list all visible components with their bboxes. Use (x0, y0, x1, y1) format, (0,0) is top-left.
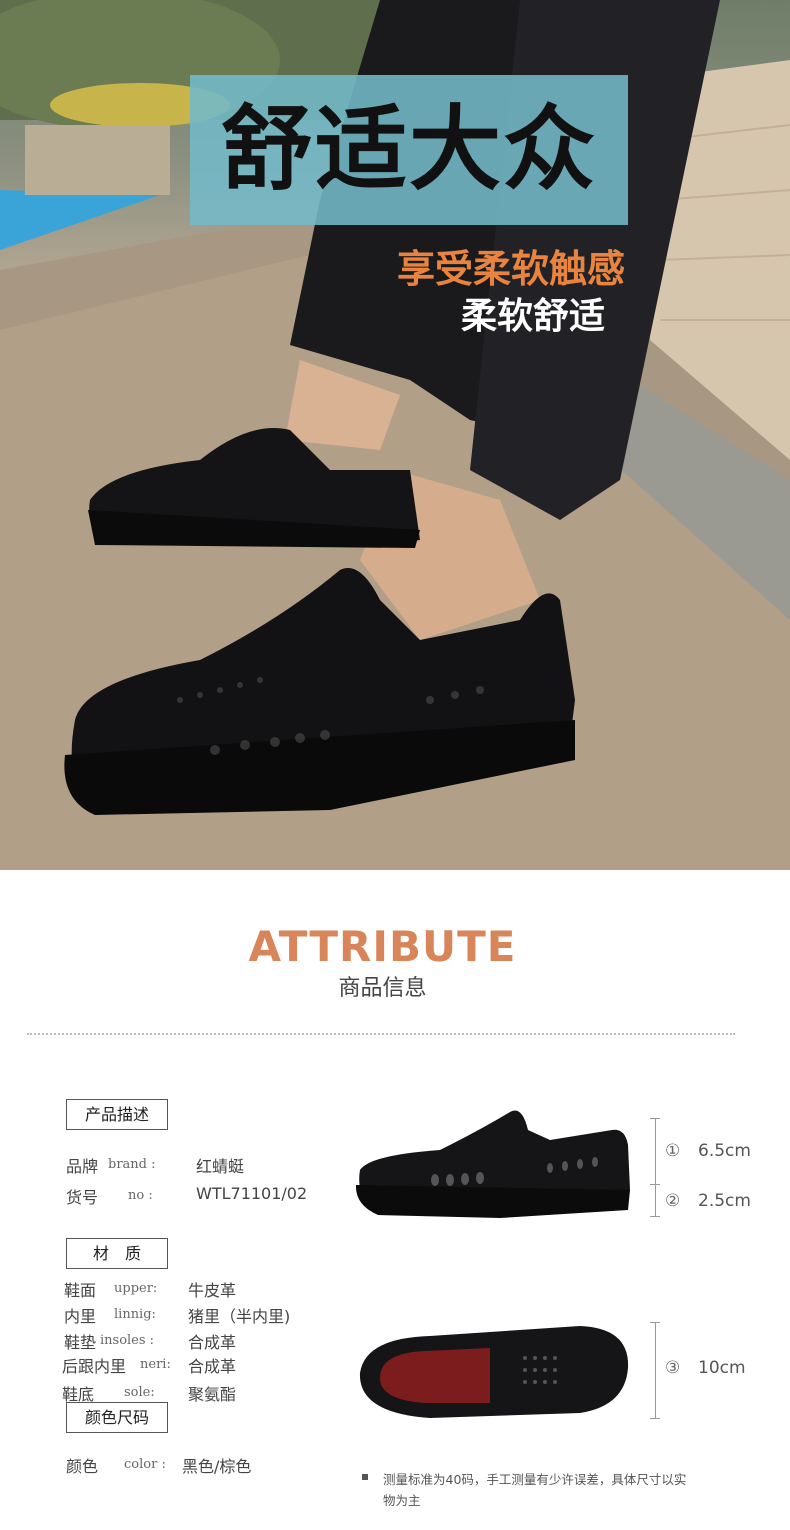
measure-tick-top-2 (650, 1322, 660, 1323)
heel-lining-label-en: neri: (140, 1357, 171, 1372)
attribute-title: ATTRIBUTE (248, 922, 517, 971)
lining-label-cn: 内里 (64, 1307, 97, 1326)
measure-num-1: ① (665, 1141, 681, 1161)
measure-tick-bottom (650, 1216, 660, 1217)
measure-num-3: ③ (665, 1358, 681, 1378)
shoe-side-image (355, 1110, 630, 1218)
measure-tick-mid (650, 1184, 660, 1185)
insole-label-en: insoles : (100, 1333, 155, 1348)
upper-label-cn: 鞋面 (64, 1281, 97, 1300)
hero-banner: 舒适大众 享受柔软触感 柔软舒适 (0, 0, 790, 870)
hero-title: 舒适大众 (220, 96, 597, 203)
note-bullet-icon (362, 1474, 368, 1480)
heel-lining-label-cn: 后跟内里 (62, 1357, 127, 1376)
color-label-en: color : (124, 1457, 166, 1472)
color-value: 黑色/棕色 (182, 1457, 252, 1476)
measure-line-1 (655, 1118, 656, 1216)
material-heading: 材 质 (66, 1238, 168, 1269)
brand-label-en: brand : (108, 1157, 156, 1172)
measure-num-2: ② (665, 1191, 681, 1211)
upper-label-en: upper: (114, 1281, 158, 1296)
desc-heading: 产品描述 (66, 1099, 168, 1130)
hero-title-box: 舒适大众 (190, 75, 628, 225)
heel-lining-value: 合成革 (188, 1357, 237, 1376)
lining-label-en: linnig: (114, 1307, 156, 1322)
brand-label-cn: 品牌 (66, 1157, 99, 1176)
shoe-top-image (359, 1326, 629, 1418)
item-no-label-cn: 货号 (66, 1188, 99, 1207)
sole-value: 聚氨酯 (188, 1385, 237, 1404)
hero-subtitle-2: 柔软舒适 (460, 296, 605, 337)
insole-label-cn: 鞋垫 (64, 1333, 97, 1352)
measure-tick-top (650, 1118, 660, 1119)
measure-value-2: 2.5cm (698, 1191, 751, 1211)
hero-subtitle-1: 享受柔软触感 (396, 247, 625, 291)
sole-label-en: sole: (124, 1385, 155, 1400)
upper-value: 牛皮革 (188, 1281, 237, 1300)
lining-value: 猪里（半内里) (188, 1307, 291, 1326)
color-size-heading: 颜色尺码 (66, 1402, 168, 1433)
measurement-note: 测量标准为40码，手工测量有少许误差，具体尺寸以实物为主 (383, 1472, 687, 1508)
measure-line-2 (655, 1322, 656, 1418)
color-label-cn: 颜色 (66, 1457, 99, 1476)
item-no-label-en: no : (128, 1188, 153, 1203)
attribute-subtitle: 商品信息 (338, 976, 427, 1001)
product-detail-page: 舒适大众 享受柔软触感 柔软舒适 ATTRIBUTE 商品信息 产品描述 品牌 … (0, 0, 790, 1530)
measure-tick-bottom-2 (650, 1418, 660, 1419)
insole-value: 合成革 (188, 1333, 237, 1352)
measure-value-3: 10cm (698, 1358, 746, 1378)
item-no-value: WTL71101/02 (196, 1184, 308, 1203)
measure-value-1: 6.5cm (698, 1141, 751, 1161)
brand-value: 红蜻蜓 (196, 1157, 245, 1176)
dotted-divider (27, 1033, 735, 1035)
